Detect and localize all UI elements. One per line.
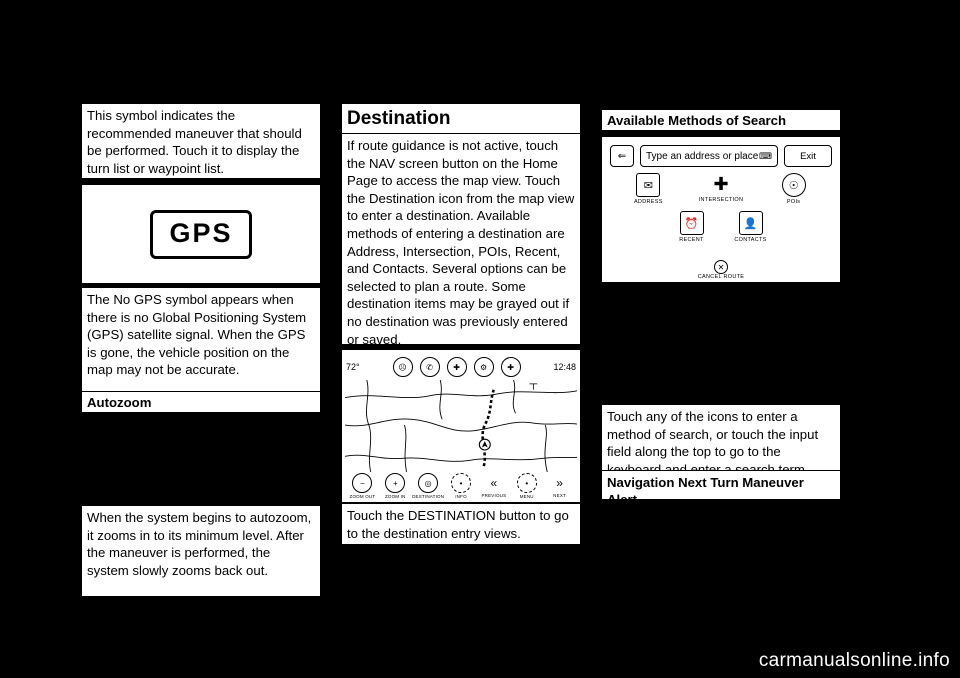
poi-icon[interactable]: ☉: [781, 173, 806, 197]
map-canvas[interactable]: [344, 379, 578, 473]
prev-maneuver-icon[interactable]: «: [484, 474, 503, 492]
method-intersection[interactable]: ✚ INTERSECTION: [689, 173, 753, 205]
intersection-icon[interactable]: ✚: [709, 173, 732, 195]
keyboard-icon[interactable]: ⌨: [759, 151, 772, 162]
zoom-in-icon[interactable]: +: [385, 473, 406, 493]
recent-label: RECENT: [679, 237, 704, 243]
zoom-out-icon[interactable]: −: [352, 473, 373, 493]
next-label: NEXT: [553, 493, 566, 498]
destination-button[interactable]: ◎ DESTINATION: [412, 473, 445, 499]
gps-text-block: The No GPS symbol appears when there is …: [81, 287, 321, 399]
intro-text-block: This symbol indicates the recommended ma…: [81, 103, 321, 179]
phone-mute-icon[interactable]: ☹: [392, 357, 413, 377]
destination-icon[interactable]: ◎: [418, 473, 439, 493]
next-maneuver-icon[interactable]: »: [550, 474, 569, 492]
info-label: INFO: [455, 494, 467, 499]
site-footer: carmanualsonline.info: [759, 650, 950, 672]
intro-text: This symbol indicates the recommended ma…: [87, 108, 302, 176]
destination-button-text: Touch the DESTINATION button to go to th…: [347, 508, 569, 541]
map-temperature: 72°: [346, 362, 360, 372]
map-toolbar: ☹ ✆ ✚ ⚙ ✚: [392, 357, 521, 377]
no-gps-figure: GPS: [81, 184, 321, 284]
method-pois[interactable]: ☉ POIs: [762, 173, 826, 205]
exit-label: Exit: [800, 150, 816, 162]
search-topbar: ⇐ Type an address or place ⌨ Exit: [610, 145, 832, 167]
cancel-route-button[interactable]: ✕ CANCEL ROUTE: [602, 260, 840, 280]
next-turn-heading: Navigation Next Turn Maneuver Alert: [607, 475, 804, 507]
methods-text: Touch any of the icons to enter a method…: [607, 409, 819, 477]
gps-text: The No GPS symbol appears when there is …: [87, 292, 307, 378]
back-arrow-icon[interactable]: ⇐: [610, 145, 634, 167]
poi-label: POIs: [786, 199, 801, 205]
cancel-icon[interactable]: ✕: [714, 260, 728, 274]
destination-text-block: If route guidance is not active, touch t…: [341, 133, 581, 347]
autozoom-heading-block: Autozoom: [81, 391, 321, 413]
previous-label: PREVIOUS: [481, 493, 507, 498]
search-input[interactable]: Type an address or place ⌨: [640, 145, 778, 167]
cancel-route-label: CANCEL ROUTE: [697, 274, 745, 280]
footer-text: carmanualsonline.info: [758, 650, 950, 671]
address-label: ADDRESS: [633, 199, 663, 205]
method-recent[interactable]: ⏰ RECENT: [662, 211, 721, 243]
menu-icon[interactable]: •: [516, 473, 537, 493]
recent-icon[interactable]: ⏰: [679, 211, 704, 235]
destination-text: If route guidance is not active, touch t…: [347, 138, 575, 347]
menu-label: MENU: [519, 494, 534, 499]
map-clock: 12:48: [553, 362, 576, 372]
contacts-icon[interactable]: 👤: [738, 211, 763, 235]
methods-heading-block: Available Methods of Search: [601, 109, 841, 131]
search-methods-row-1: ✉ ADDRESS ✚ INTERSECTION ☉ POIs: [612, 173, 830, 205]
manual-page: This symbol indicates the recommended ma…: [0, 0, 960, 678]
address-icon[interactable]: ✉: [636, 173, 661, 197]
method-contacts[interactable]: 👤 CONTACTS: [721, 211, 780, 243]
intersection-label: INTERSECTION: [698, 197, 744, 203]
search-methods-row-2: ⏰ RECENT 👤 CONTACTS: [662, 211, 780, 243]
contacts-label: CONTACTS: [734, 237, 767, 243]
zoom-in-label: ZOOM IN: [384, 494, 406, 499]
destination-section-title-block: Destination: [341, 103, 581, 134]
methods-heading: Available Methods of Search: [607, 113, 787, 128]
next-maneuver-button[interactable]: » NEXT: [543, 474, 576, 498]
settings-icon[interactable]: ⚙: [473, 357, 494, 377]
autozoom-heading: Autozoom: [87, 395, 152, 410]
search-methods-screenshot: ⇐ Type an address or place ⌨ Exit ✉ ADDR…: [601, 136, 841, 283]
phone-icon[interactable]: ✆: [419, 357, 440, 377]
autozoom-text: When the system begins to autozoom, it z…: [87, 510, 312, 578]
destination-section-title: Destination: [347, 108, 451, 129]
info-icon[interactable]: •: [451, 473, 471, 493]
info-button[interactable]: • INFO: [445, 473, 478, 499]
zoom-out-label: ZOOM OUT: [349, 494, 376, 499]
methods-text-block: Touch any of the icons to enter a method…: [601, 404, 841, 480]
previous-maneuver-button[interactable]: « PREVIOUS: [477, 474, 510, 498]
zoom-out-button[interactable]: − ZOOM OUT: [346, 473, 379, 499]
menu-button[interactable]: • MENU: [510, 473, 543, 499]
map-view-screenshot: 72° ☹ ✆ ✚ ⚙ ✚ 12:48 − ZOOM OUT + ZOOM IN…: [341, 349, 581, 503]
compass-icon[interactable]: ✚: [446, 357, 467, 377]
destination-button-text-block: Touch the DESTINATION button to go to th…: [341, 503, 581, 545]
method-address[interactable]: ✉ ADDRESS: [616, 173, 680, 205]
gps-symbol-label: GPS: [150, 209, 252, 259]
next-turn-heading-block: Navigation Next Turn Maneuver Alert: [601, 470, 841, 507]
map-bottom-toolbar: − ZOOM OUT + ZOOM IN ◎ DESTINATION • INF…: [346, 472, 576, 500]
map-status-bar: 72° ☹ ✆ ✚ ⚙ ✚ 12:48: [346, 354, 576, 380]
exit-button[interactable]: Exit: [784, 145, 832, 167]
search-input-placeholder: Type an address or place: [646, 150, 759, 162]
zoom-in-button[interactable]: + ZOOM IN: [379, 473, 412, 499]
autozoom-text-block: When the system begins to autozoom, it z…: [81, 505, 321, 597]
destination-icon[interactable]: ✚: [500, 357, 521, 377]
destination-label: DESTINATION: [412, 494, 445, 499]
